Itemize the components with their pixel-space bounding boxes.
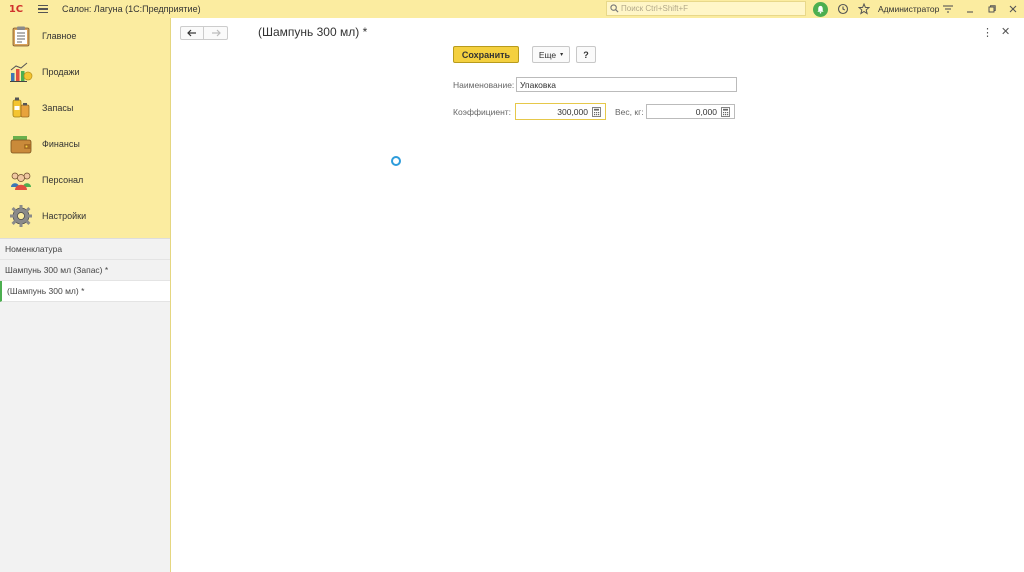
section-label: Главное <box>42 31 77 41</box>
gear-icon <box>9 204 33 228</box>
back-arrow-icon[interactable] <box>181 27 205 39</box>
calculator-icon[interactable] <box>720 106 731 117</box>
coefficient-label: Коэффициент: <box>453 107 512 117</box>
more-label: Еще <box>538 49 557 60</box>
coefficient-field[interactable]: 300,000 <box>515 103 606 120</box>
save-button[interactable]: Сохранить <box>453 46 519 63</box>
name-label: Наименование: <box>453 80 515 90</box>
sidebar: Главное Продажи Запасы Финансы Персонал <box>0 18 171 572</box>
search-icon <box>607 2 621 16</box>
form-title: (Шампунь 300 мл) * <box>258 25 368 39</box>
clipboard-icon <box>9 24 33 48</box>
section-finance[interactable]: Финансы <box>0 126 170 162</box>
calculator-icon[interactable] <box>591 106 602 117</box>
favorites-star-icon[interactable] <box>856 1 872 17</box>
app-title: Салон: Лагуна (1С:Предприятие) <box>62 4 201 14</box>
help-button[interactable]: ? <box>576 46 596 63</box>
close-form-icon[interactable]: ✕ <box>1001 25 1010 38</box>
open-window-item-active[interactable]: (Шампунь 300 мл) * <box>0 281 170 302</box>
section-settings[interactable]: Настройки <box>0 198 170 234</box>
app-logo: 1С <box>8 3 24 15</box>
more-button[interactable]: Еще ▾ <box>532 46 570 63</box>
title-bar: 1С Салон: Лагуна (1С:Предприятие) Админи… <box>0 0 1024 18</box>
loading-spinner-icon <box>391 156 401 166</box>
people-icon <box>9 168 33 192</box>
history-icon[interactable] <box>835 1 851 17</box>
open-window-item[interactable]: Шампунь 300 мл (Запас) * <box>0 260 170 281</box>
notifications-icon[interactable] <box>812 1 828 17</box>
open-windows-list: Номенклатура Шампунь 300 мл (Запас) * (Ш… <box>0 238 170 302</box>
section-sales[interactable]: Продажи <box>0 54 170 90</box>
main-menu-icon[interactable] <box>34 0 52 18</box>
weight-value: 0,000 <box>695 106 717 117</box>
search-input[interactable] <box>621 4 801 13</box>
dropdown-arrow-icon: ▾ <box>560 52 564 58</box>
section-stock[interactable]: Запасы <box>0 90 170 126</box>
restore-icon[interactable] <box>984 1 1000 17</box>
form-area: (Шампунь 300 мл) * ⋮ ✕ Сохранить Еще ▾ ?… <box>172 18 1024 572</box>
sales-chart-icon <box>9 60 33 84</box>
settings-menu-icon[interactable] <box>940 1 956 17</box>
sections-panel: Главное Продажи Запасы Финансы Персонал <box>0 18 170 238</box>
weight-field[interactable]: 0,000 <box>646 104 735 119</box>
wallet-icon <box>9 132 33 156</box>
section-label: Финансы <box>42 139 80 149</box>
name-value: Упаковка <box>520 79 557 90</box>
stock-bottles-icon <box>9 96 33 120</box>
section-label: Настройки <box>42 211 87 221</box>
forward-arrow-icon[interactable] <box>204 27 227 39</box>
section-main[interactable]: Главное <box>0 18 170 54</box>
section-label: Продажи <box>42 67 80 77</box>
name-field[interactable]: Упаковка <box>516 77 737 92</box>
open-window-item[interactable]: Номенклатура <box>0 239 170 260</box>
user-name[interactable]: Администратор <box>878 4 939 14</box>
minimize-icon[interactable] <box>962 1 978 17</box>
section-staff[interactable]: Персонал <box>0 162 170 198</box>
section-label: Персонал <box>42 175 84 185</box>
coefficient-value: 300,000 <box>557 106 588 117</box>
weight-label: Вес, кг: <box>615 107 644 117</box>
close-app-icon[interactable] <box>1005 1 1021 17</box>
nav-buttons <box>180 26 228 40</box>
section-label: Запасы <box>42 103 74 113</box>
more-actions-icon[interactable]: ⋮ <box>982 26 993 39</box>
global-search[interactable] <box>606 1 806 16</box>
